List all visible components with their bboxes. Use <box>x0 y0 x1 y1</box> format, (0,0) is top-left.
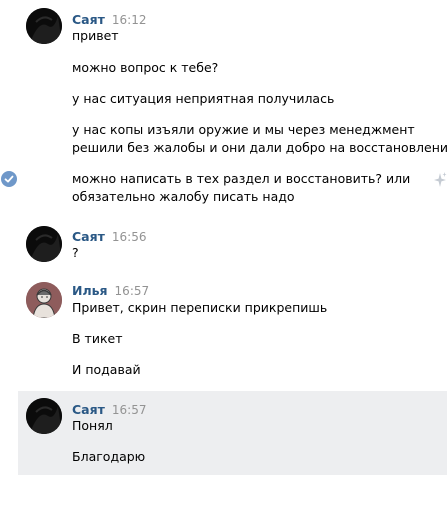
message-text: Понял <box>72 418 113 433</box>
message-text: можно написать в тех раздел и восстанови… <box>72 171 411 186</box>
message-text: обязательно жалобу писать надо <box>72 189 295 204</box>
message-text: Привет, скрин переписки прикрепишь <box>72 300 328 315</box>
message-group-3: Илья 16:57 Привет, скрин переписки прикре… <box>0 278 447 388</box>
avatar[interactable] <box>26 226 62 262</box>
avatar[interactable] <box>26 8 62 44</box>
message-group-1: Саят 16:12 привет можно вопрос к тебе? у … <box>0 0 447 220</box>
message-group-4[interactable]: Саят 16:57 Понял Благодарю <box>18 391 447 475</box>
message-text: В тикет <box>72 331 123 346</box>
message-text: решили без жалобы и они дали добро на во… <box>72 140 447 155</box>
author-name[interactable]: Саят <box>72 402 105 417</box>
message-group-2: Саят 16:56 ? <box>0 220 447 270</box>
message-time[interactable]: 16:12 <box>112 13 147 27</box>
author-name[interactable]: Саят <box>72 229 105 244</box>
author-name[interactable]: Саят <box>72 12 105 27</box>
message-time[interactable]: 16:57 <box>112 403 147 417</box>
message-text: И подавай <box>72 362 141 377</box>
sparkle-icon[interactable] <box>433 171 447 189</box>
check-icon[interactable] <box>1 171 17 187</box>
message-text: можно вопрос к тебе? <box>72 60 219 75</box>
message-text: Благодарю <box>72 449 146 464</box>
message-text: привет <box>72 28 119 43</box>
avatar[interactable] <box>26 398 62 434</box>
avatar[interactable] <box>26 282 62 318</box>
message-time[interactable]: 16:57 <box>115 284 150 298</box>
message-text: у нас копы изъяли оружие и мы через мене… <box>72 122 415 137</box>
message-text: у нас ситуация неприятная получилась <box>72 91 335 106</box>
message-time[interactable]: 16:56 <box>112 230 147 244</box>
author-name[interactable]: Илья <box>72 283 108 298</box>
message-text: ? <box>72 245 79 260</box>
